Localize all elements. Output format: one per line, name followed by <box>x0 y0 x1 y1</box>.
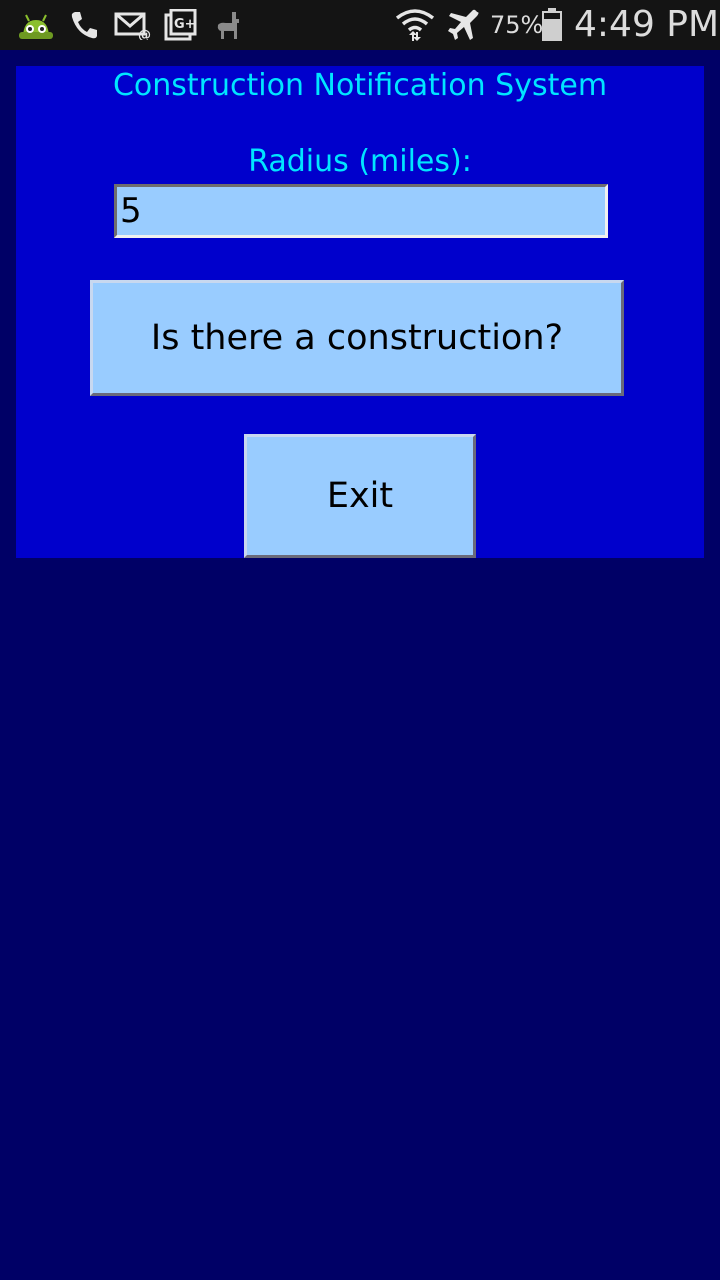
phone-icon <box>66 8 102 42</box>
battery-icon <box>540 8 564 42</box>
status-bar: @ G+ 75% 4:49 PM <box>0 0 720 50</box>
clock: 4:49 PM <box>574 4 720 45</box>
svg-text:@: @ <box>138 28 151 40</box>
radius-label: Radius (miles): <box>248 144 472 179</box>
wifi-icon <box>394 8 436 42</box>
email-icon: @ <box>114 8 152 42</box>
google-plus-icon: G+ <box>162 8 198 42</box>
exit-button[interactable]: Exit <box>244 434 476 558</box>
check-construction-button[interactable]: Is there a construction? <box>90 280 624 396</box>
llama-icon <box>210 8 246 42</box>
airplane-mode-icon <box>446 8 482 42</box>
battery-percent: 75% <box>490 11 544 39</box>
app-title: Construction Notification System <box>112 68 608 103</box>
radius-input[interactable] <box>114 184 608 238</box>
svg-text:G+: G+ <box>174 17 196 32</box>
android-robot-icon <box>16 8 56 42</box>
